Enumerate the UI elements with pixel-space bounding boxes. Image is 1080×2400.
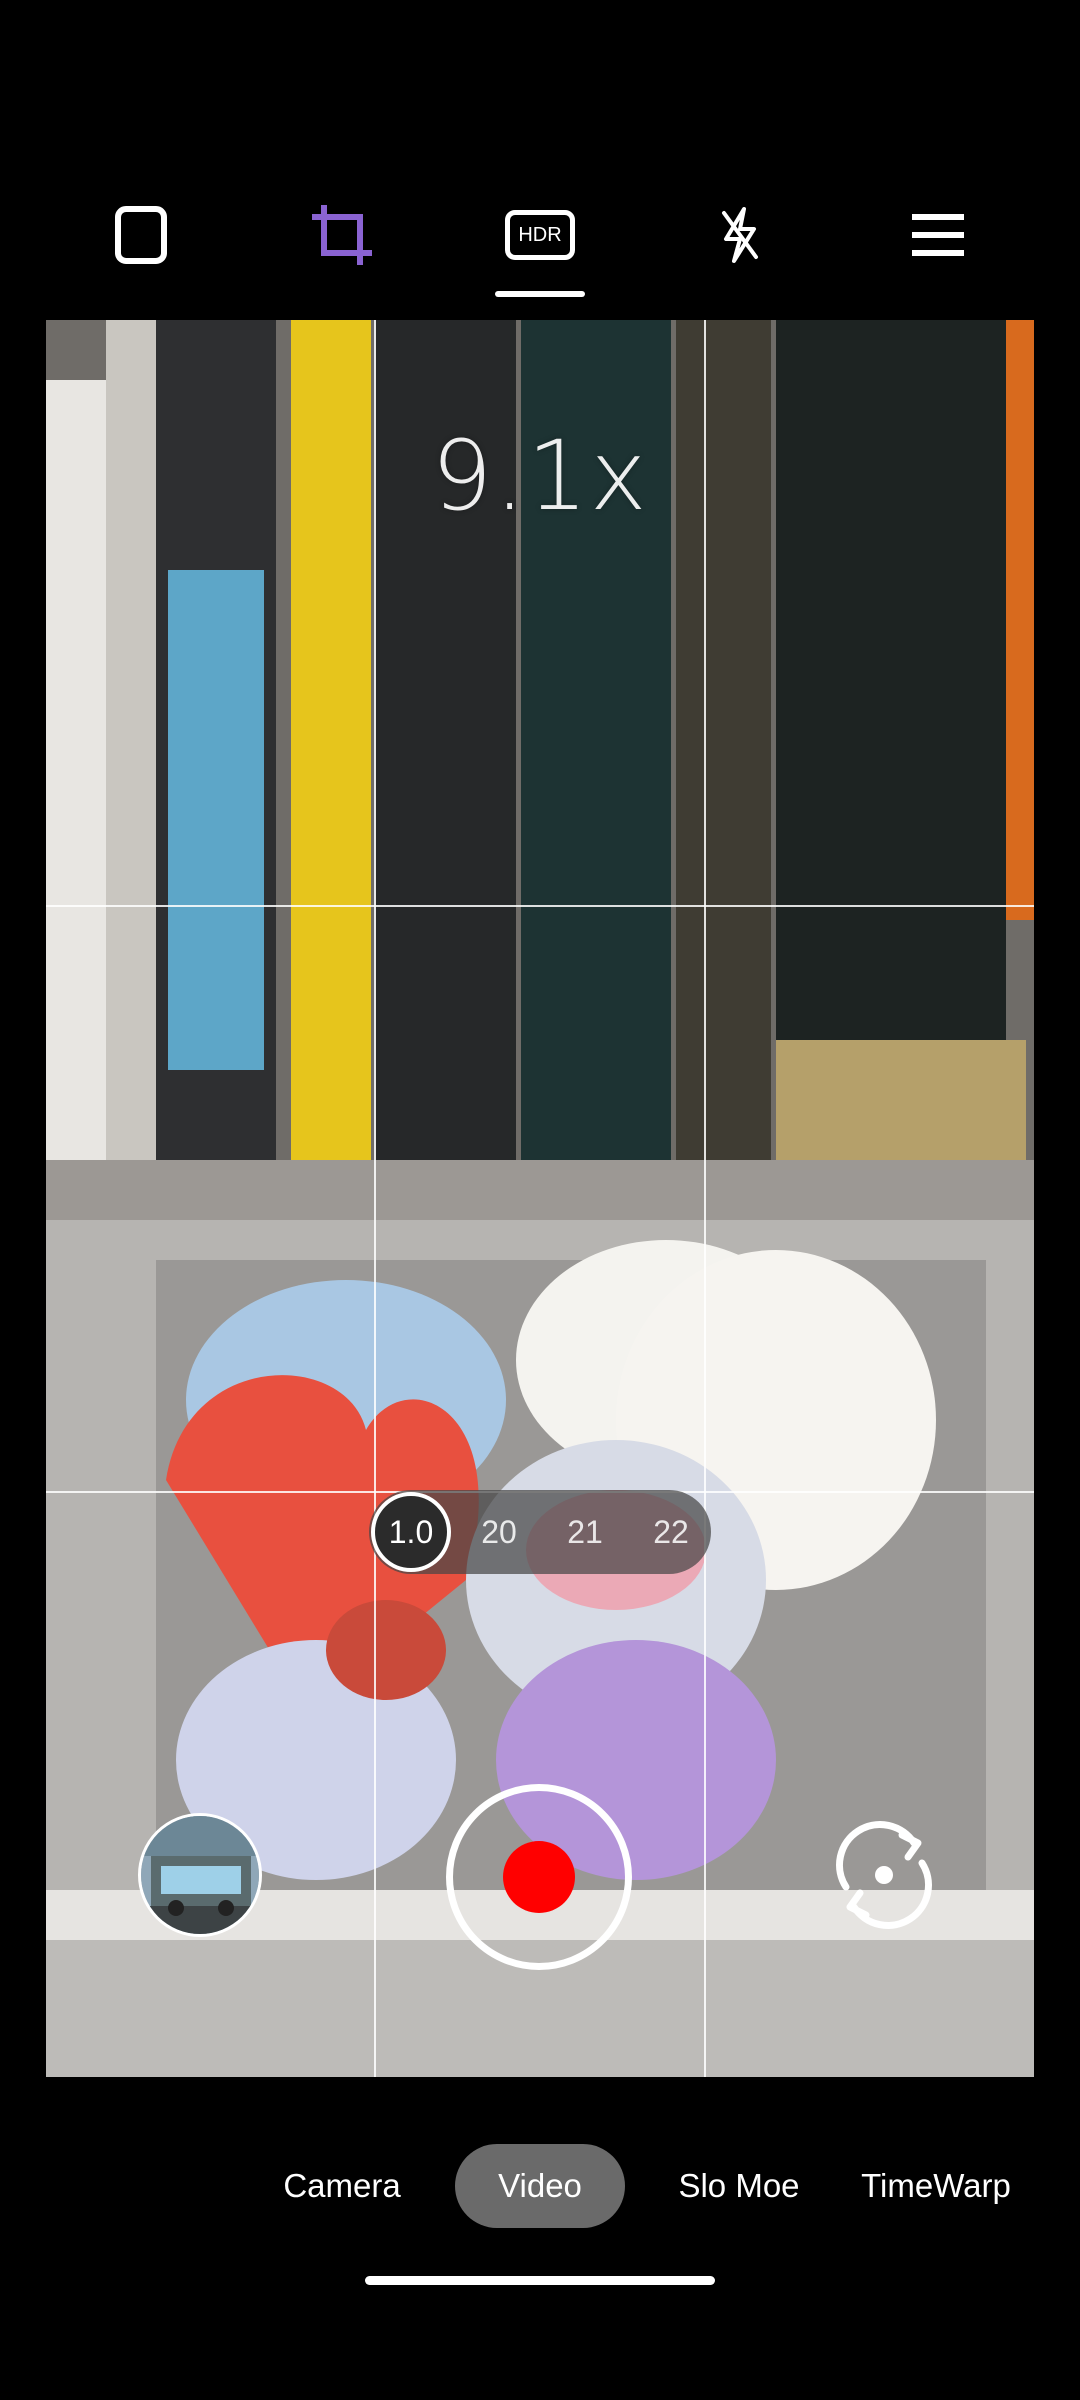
- top-toolbar: HDR: [0, 190, 1080, 310]
- record-dot-icon: [503, 1841, 575, 1913]
- gallery-preview-image: [141, 1816, 259, 1934]
- rounded-square-icon: [115, 206, 167, 264]
- crop-icon: [312, 205, 372, 265]
- aspect-ratio-button[interactable]: [97, 190, 187, 280]
- hdr-icon: HDR: [505, 210, 575, 260]
- mode-camera[interactable]: Camera: [262, 2144, 422, 2228]
- home-indicator[interactable]: [365, 2276, 715, 2285]
- zoom-option[interactable]: 21: [543, 1490, 627, 1574]
- zoom-option[interactable]: 20: [457, 1490, 541, 1574]
- flip-camera-icon: [836, 1821, 932, 1929]
- hdr-label: HDR: [518, 223, 562, 246]
- menu-button[interactable]: [893, 190, 983, 280]
- zoom-selector: 1.0 20 21 22: [369, 1490, 711, 1574]
- zoom-option[interactable]: 22: [629, 1490, 713, 1574]
- zoom-option[interactable]: 1.0: [371, 1492, 451, 1572]
- hdr-selected-indicator: [495, 291, 585, 297]
- grid-line: [46, 905, 1034, 907]
- menu-icon: [912, 214, 964, 256]
- camera-viewfinder[interactable]: 9.1x 1.0 20 21 22: [46, 320, 1034, 2077]
- record-button[interactable]: [446, 1784, 632, 1970]
- mode-slo-moe[interactable]: Slo Moe: [660, 2144, 818, 2228]
- mode-timewarp[interactable]: TimeWarp: [850, 2144, 1022, 2228]
- mode-selector: Camera Video Slo Moe TimeWarp: [0, 2144, 1080, 2228]
- hdr-button[interactable]: HDR: [495, 190, 585, 280]
- gallery-thumbnail[interactable]: [138, 1813, 262, 1937]
- flash-button[interactable]: [695, 190, 785, 280]
- grid-line: [374, 320, 376, 2077]
- crop-button[interactable]: [297, 190, 387, 280]
- grid-line: [704, 320, 706, 2077]
- mode-video[interactable]: Video: [455, 2144, 625, 2228]
- zoom-level-readout: 9.1x: [431, 420, 649, 532]
- flip-camera-button[interactable]: [826, 1817, 942, 1933]
- flash-off-icon: [722, 207, 758, 263]
